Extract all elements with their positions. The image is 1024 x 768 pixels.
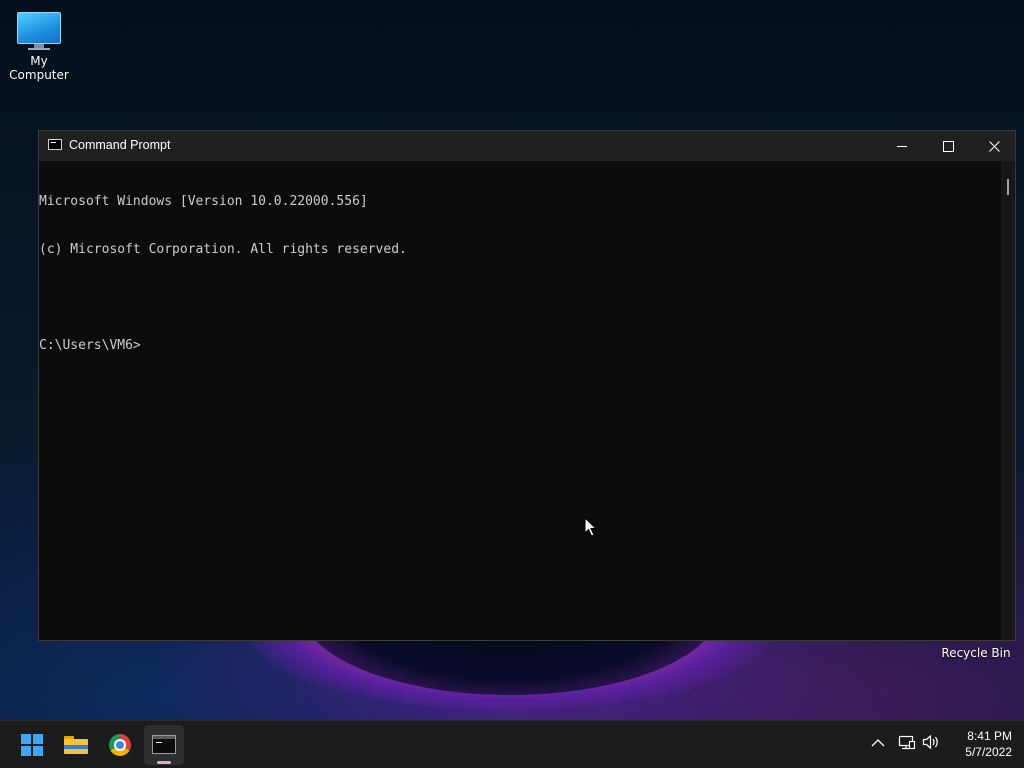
taskbar-chrome[interactable] — [100, 725, 140, 765]
minimize-icon — [897, 146, 907, 147]
active-app-indicator — [157, 761, 171, 764]
close-button[interactable] — [971, 131, 1017, 161]
monitor-icon — [17, 12, 61, 44]
desktop-icon-my-computer[interactable]: My Computer — [0, 8, 78, 82]
maximize-button[interactable] — [925, 131, 971, 161]
mouse-pointer-icon — [584, 517, 598, 537]
command-prompt-window[interactable]: Command Prompt Microsoft Windows [Versio… — [38, 130, 1016, 641]
console-scrollbar[interactable] — [1001, 161, 1015, 640]
clock-time: 8:41 PM — [967, 729, 1012, 743]
chrome-icon — [109, 734, 131, 756]
window-title: Command Prompt — [69, 138, 171, 152]
window-titlebar[interactable]: Command Prompt — [39, 131, 1015, 161]
volume-icon[interactable] — [921, 732, 941, 752]
taskbar-file-explorer[interactable] — [56, 725, 96, 765]
cmd-icon — [152, 735, 176, 754]
desktop-icon-label: My Computer — [9, 54, 69, 82]
desktop-icon-recycle-bin[interactable]: Recycle Bin — [938, 646, 1014, 660]
maximize-icon — [943, 141, 954, 152]
taskbar-command-prompt[interactable] — [144, 725, 184, 765]
minimize-button[interactable] — [879, 131, 925, 161]
network-icon[interactable] — [897, 732, 917, 752]
desktop: My Computer Recycle Bin Command Prompt M… — [0, 0, 1024, 768]
taskbar-clock[interactable]: 8:41 PM 5/7/2022 — [946, 728, 1012, 760]
cmd-icon — [48, 139, 62, 150]
folder-icon — [64, 736, 88, 754]
start-button[interactable] — [12, 725, 52, 765]
clock-date: 5/7/2022 — [965, 745, 1012, 759]
close-icon — [989, 141, 1000, 152]
console-output[interactable]: Microsoft Windows [Version 10.0.22000.55… — [39, 161, 1001, 640]
console-prompt: C:\Users\VM6> — [39, 338, 141, 353]
chevron-up-icon[interactable] — [870, 732, 886, 752]
desktop-icon-label: Recycle Bin — [941, 646, 1011, 660]
console-line: Microsoft Windows [Version 10.0.22000.55… — [39, 194, 368, 209]
windows-start-icon — [21, 734, 43, 756]
console-line: (c) Microsoft Corporation. All rights re… — [39, 242, 407, 257]
scrollbar-thumb[interactable] — [1007, 179, 1009, 195]
